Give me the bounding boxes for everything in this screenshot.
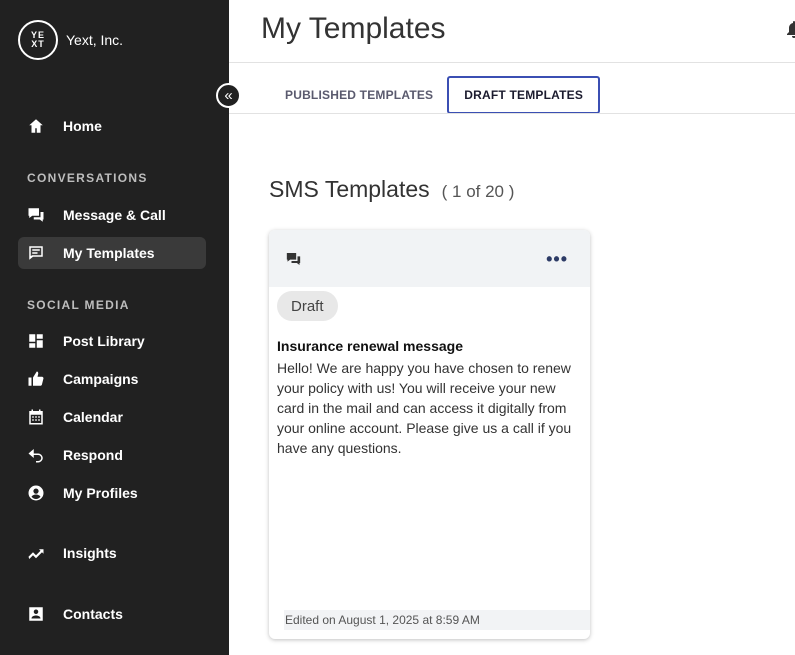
sidebar-item-label: Message & Call <box>63 207 166 223</box>
sidebar-item-message-call[interactable]: Message & Call <box>18 199 206 231</box>
trending-up-icon <box>27 544 45 562</box>
template-body: Hello! We are happy you have chosen to r… <box>277 360 572 456</box>
template-card[interactable]: ••• Draft Insurance renewal message Hell… <box>269 230 590 639</box>
profile-icon <box>27 484 45 502</box>
template-icon <box>27 244 45 262</box>
edited-timestamp: Edited on August 1, 2025 at 8:59 AM <box>284 610 590 630</box>
sidebar-item-label: Post Library <box>63 333 145 349</box>
sidebar-item-label: My Templates <box>63 245 155 261</box>
more-options-icon[interactable]: ••• <box>546 249 568 270</box>
card-header: ••• <box>269 230 590 287</box>
main-content: My Templates PUBLISHED TEMPLATES DRAFT T… <box>229 0 795 655</box>
sidebar-item-label: My Profiles <box>63 485 138 501</box>
chat-bubbles-icon <box>27 206 45 224</box>
yext-logo: YE XT <box>18 20 58 60</box>
double-chevron-left-icon: « <box>224 87 233 104</box>
tab-draft-templates[interactable]: DRAFT TEMPLATES <box>447 76 601 114</box>
status-badge: Draft <box>277 291 338 321</box>
page-title: My Templates <box>261 12 446 45</box>
sidebar-item-contacts[interactable]: Contacts <box>18 598 206 630</box>
sidebar-item-campaigns[interactable]: Campaigns <box>18 363 206 395</box>
sidebar-item-home[interactable]: Home <box>18 110 206 142</box>
sidebar-item-label: Campaigns <box>63 371 139 387</box>
chat-bubbles-icon <box>286 253 301 265</box>
section-header: SMS Templates ( 1 of 20 ) <box>269 176 514 203</box>
app: YE XT Yext, Inc. Home CONVERSATIONS Messa… <box>0 0 795 655</box>
calendar-icon <box>27 408 45 426</box>
tabs-divider <box>229 113 795 114</box>
bell-icon[interactable] <box>787 20 795 38</box>
dashboard-icon <box>27 332 45 350</box>
section-header-conversations: CONVERSATIONS <box>27 171 148 185</box>
sidebar-item-label: Home <box>63 118 102 134</box>
tab-published-templates[interactable]: PUBLISHED TEMPLATES <box>275 76 443 114</box>
sidebar-item-calendar[interactable]: Calendar <box>18 401 206 433</box>
home-icon <box>27 117 45 135</box>
sidebar-item-post-library[interactable]: Post Library <box>18 325 206 357</box>
sidebar-item-label: Contacts <box>63 606 123 622</box>
thumbs-up-icon <box>27 370 45 388</box>
section-header-social-media: SOCIAL MEDIA <box>27 298 130 312</box>
org-name: Yext, Inc. <box>66 32 124 48</box>
sidebar-item-label: Respond <box>63 447 123 463</box>
section-title: SMS Templates <box>269 176 430 202</box>
template-tabs: PUBLISHED TEMPLATES DRAFT TEMPLATES <box>275 76 601 114</box>
sidebar-item-my-profiles[interactable]: My Profiles <box>18 477 206 509</box>
reply-icon <box>27 446 45 464</box>
sidebar: YE XT Yext, Inc. Home CONVERSATIONS Messa… <box>0 0 229 655</box>
collapse-sidebar-button[interactable]: « <box>216 83 241 108</box>
template-count: ( 1 of 20 ) <box>441 182 515 201</box>
header-divider <box>229 62 795 63</box>
sidebar-item-my-templates[interactable]: My Templates <box>18 237 206 269</box>
sidebar-item-insights[interactable]: Insights <box>18 537 206 569</box>
sidebar-item-respond[interactable]: Respond <box>18 439 206 471</box>
org-header[interactable]: YE XT Yext, Inc. <box>18 20 123 60</box>
sidebar-item-label: Insights <box>63 545 117 561</box>
sidebar-item-label: Calendar <box>63 409 123 425</box>
template-title: Insurance renewal message <box>277 338 463 354</box>
contact-card-icon <box>27 605 45 623</box>
